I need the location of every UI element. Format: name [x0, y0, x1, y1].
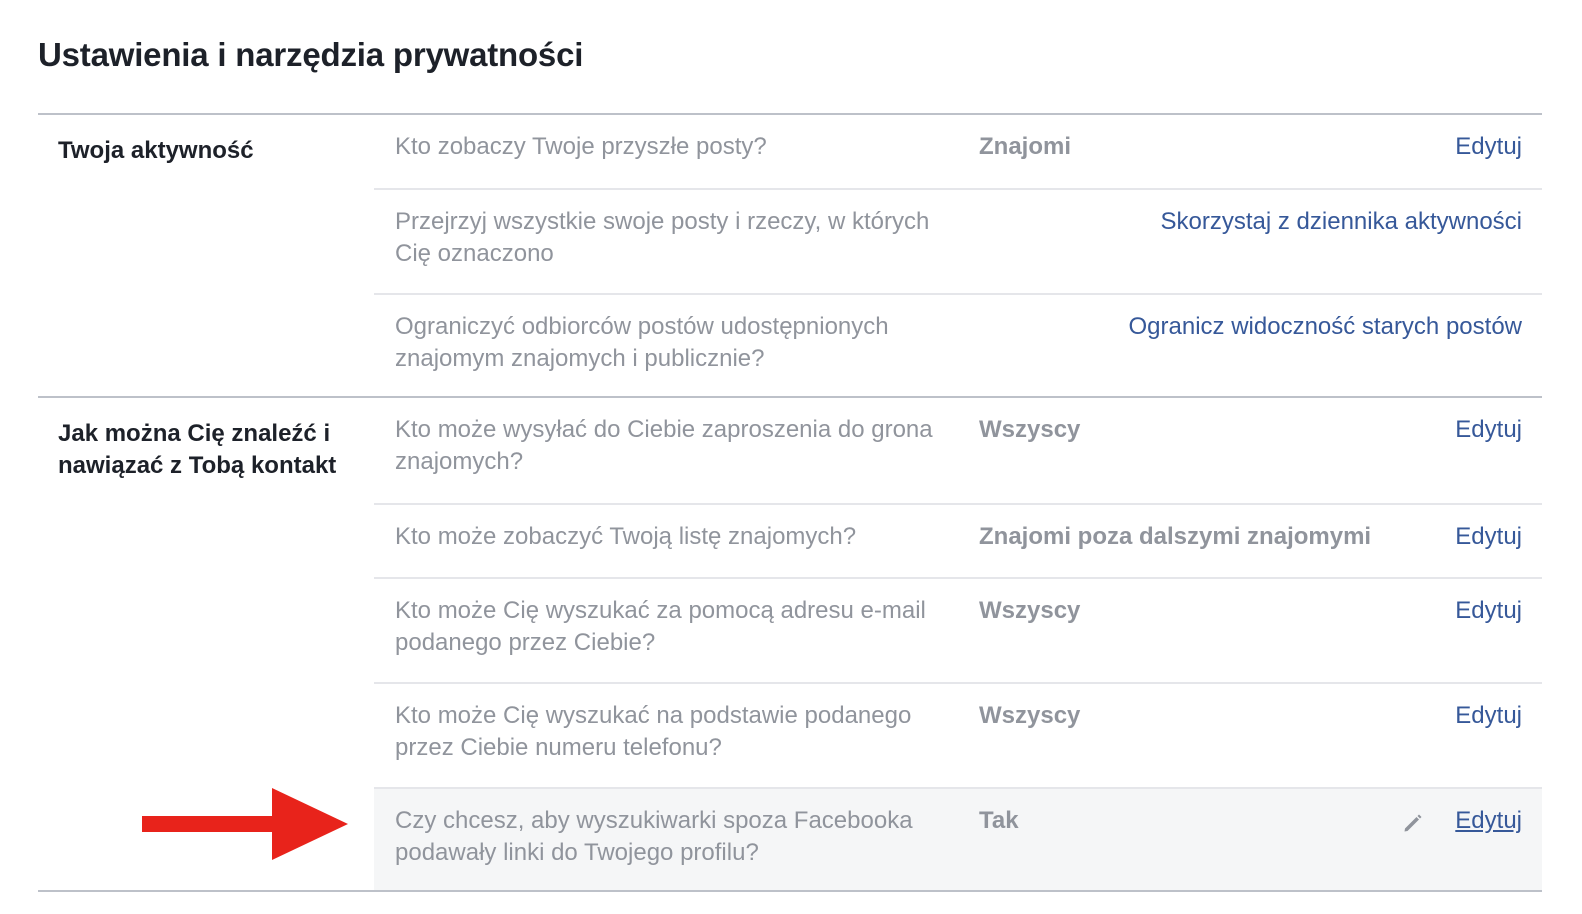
page-title: Ustawienia i narzędzia prywatności	[38, 36, 584, 73]
edit-link[interactable]: Edytuj	[1455, 595, 1522, 627]
activity-log-link[interactable]: Skorzystaj z dziennika aktywności	[1161, 206, 1522, 238]
setting-value: Wszyscy	[979, 416, 1081, 443]
settings-row: Ograniczyć odbiorców postów udostępniony…	[374, 293, 1542, 398]
settings-row: Kto może wysyłać do Ciebie zaproszenia d…	[374, 398, 1542, 503]
edit-link[interactable]: Edytuj	[1455, 805, 1522, 837]
settings-row: Przejrzyj wszystkie swoje posty i rzeczy…	[374, 188, 1542, 293]
settings-row-highlighted: Czy chcesz, aby wyszukiwarki spoza Faceb…	[374, 787, 1542, 892]
setting-question: Przejrzyj wszystkie swoje posty i rzeczy…	[395, 208, 930, 267]
edit-link[interactable]: Edytuj	[1455, 521, 1522, 553]
setting-value: Tak	[979, 807, 1019, 834]
limit-past-posts-link[interactable]: Ogranicz widoczność starych postów	[1129, 311, 1523, 343]
setting-question: Ograniczyć odbiorców postów udostępniony…	[395, 313, 889, 372]
setting-value: Wszyscy	[979, 597, 1081, 624]
edit-link[interactable]: Edytuj	[1455, 414, 1522, 446]
setting-question: Czy chcesz, aby wyszukiwarki spoza Faceb…	[395, 807, 913, 866]
setting-question: Kto zobaczy Twoje przyszłe posty?	[395, 133, 767, 160]
settings-row: Kto może Cię wyszukać na podstawie podan…	[374, 682, 1542, 787]
section-label: Twoja aktywność	[58, 137, 254, 164]
edit-link[interactable]: Edytuj	[1455, 131, 1522, 163]
section-divider	[38, 890, 1542, 892]
section-your-activity: Twoja aktywność Kto zobaczy Twoje przysz…	[38, 113, 1542, 398]
red-arrow-icon	[142, 788, 348, 860]
section-label: Jak można Cię znaleźć i nawiązać z Tobą …	[58, 420, 337, 479]
edit-link[interactable]: Edytuj	[1455, 700, 1522, 732]
settings-row: Kto zobaczy Twoje przyszłe posty? Znajom…	[374, 115, 1542, 188]
setting-question: Kto może Cię wyszukać na podstawie podan…	[395, 702, 912, 761]
settings-row: Kto może Cię wyszukać za pomocą adresu e…	[374, 577, 1542, 682]
setting-value: Znajomi	[979, 133, 1072, 160]
setting-value: Wszyscy	[979, 702, 1081, 729]
setting-value: Znajomi poza dalszymi znajomymi	[979, 523, 1372, 550]
settings-row: Kto może zobaczyć Twoją listę znajomych?…	[374, 503, 1542, 577]
setting-question: Kto może zobaczyć Twoją listę znajomych?	[395, 523, 857, 550]
setting-question: Kto może Cię wyszukać za pomocą adresu e…	[395, 597, 926, 656]
setting-question: Kto może wysyłać do Ciebie zaproszenia d…	[395, 416, 933, 475]
pencil-icon[interactable]	[1401, 811, 1425, 835]
